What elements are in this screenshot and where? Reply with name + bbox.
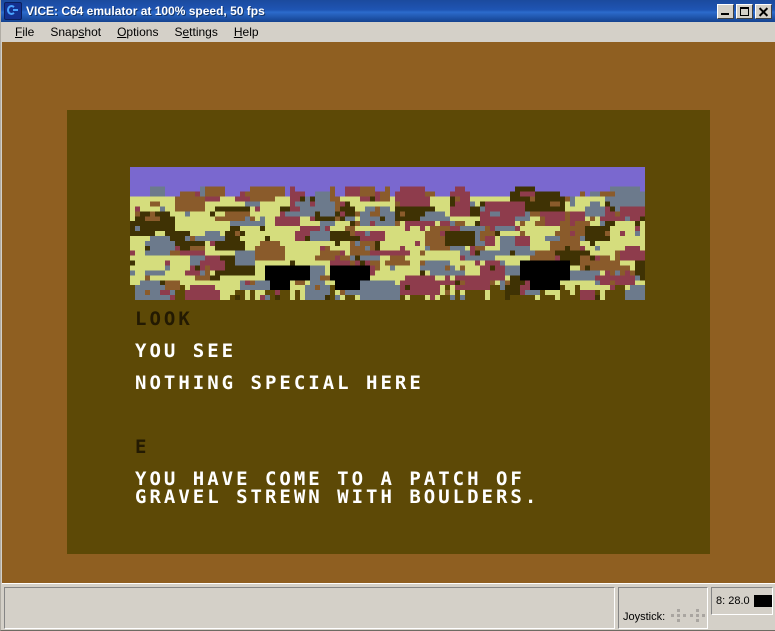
- c64-text-nothing-special-here: NOTHING SPECIAL HERE: [135, 372, 424, 394]
- window-title: VICE: C64 emulator at 100% speed, 50 fps: [26, 4, 265, 18]
- joystick-port-1-indicator: [670, 609, 687, 623]
- joystick-dot-right: [701, 614, 705, 617]
- c64-text-you-see: YOU SEE: [135, 340, 237, 362]
- menu-file-after: ile: [22, 25, 35, 39]
- joystick-dot-fire: [677, 614, 681, 617]
- commodore-logo-icon: [4, 2, 22, 20]
- joystick-label: Joystick:: [623, 611, 666, 623]
- drive-led-indicator: [753, 595, 772, 607]
- menu-settings-after: ttings: [189, 25, 218, 39]
- joystick-dot-up: [677, 609, 681, 612]
- menu-item-snapshot[interactable]: Snapshot: [42, 23, 109, 41]
- gravel-landscape-image: [130, 167, 645, 300]
- drive-track-label: 8: 28.0: [716, 595, 750, 607]
- status-bar: Joystick: 8: 28.0: [2, 583, 775, 630]
- menu-help-after: elp: [242, 25, 259, 39]
- c64-text-desc-line-2: GRAVEL STREWN WITH BOULDERS.: [135, 486, 540, 508]
- menu-item-options[interactable]: Options: [109, 23, 166, 41]
- title-bar: VICE: C64 emulator at 100% speed, 50 fps: [1, 0, 775, 22]
- maximize-button[interactable]: [736, 3, 753, 19]
- c64-bitmap-graphics: [130, 167, 645, 300]
- emulator-border-area: LOOK YOU SEE NOTHING SPECIAL HERE E YOU …: [2, 42, 775, 583]
- joystick-dot-down: [695, 619, 699, 622]
- joystick-dot-right: [683, 614, 687, 617]
- minimize-button[interactable]: [717, 3, 734, 19]
- menu-item-help[interactable]: Help: [226, 23, 267, 41]
- joystick-dot-up: [695, 609, 699, 612]
- joystick-dot-left: [671, 614, 675, 617]
- menu-item-settings[interactable]: Settings: [166, 23, 225, 41]
- vice-emulator-window: VICE: C64 emulator at 100% speed, 50 fps…: [0, 0, 775, 631]
- menu-options-after: ptions: [126, 25, 159, 39]
- c64-text-e: E: [135, 436, 150, 458]
- joystick-status-panel[interactable]: Joystick:: [618, 587, 708, 629]
- menu-bar: File Snapshot Options Settings Help: [1, 22, 775, 42]
- joystick-dot-fire: [695, 614, 699, 617]
- drive-status-panel[interactable]: 8: 28.0: [711, 587, 773, 615]
- menu-snapshot-before: Snap: [50, 25, 79, 39]
- menu-item-file[interactable]: File: [7, 23, 42, 41]
- menu-snapshot-after: hot: [84, 25, 102, 39]
- joystick-dot-down: [677, 619, 681, 622]
- joystick-port-2-indicator: [689, 609, 705, 623]
- close-button[interactable]: [755, 3, 772, 19]
- c64-display-canvas[interactable]: LOOK YOU SEE NOTHING SPECIAL HERE E YOU …: [67, 110, 710, 554]
- joystick-dot-left: [689, 614, 693, 617]
- menu-help-accel: H: [233, 25, 243, 39]
- c64-text-look: LOOK: [135, 308, 193, 330]
- status-message-panel: [4, 587, 615, 629]
